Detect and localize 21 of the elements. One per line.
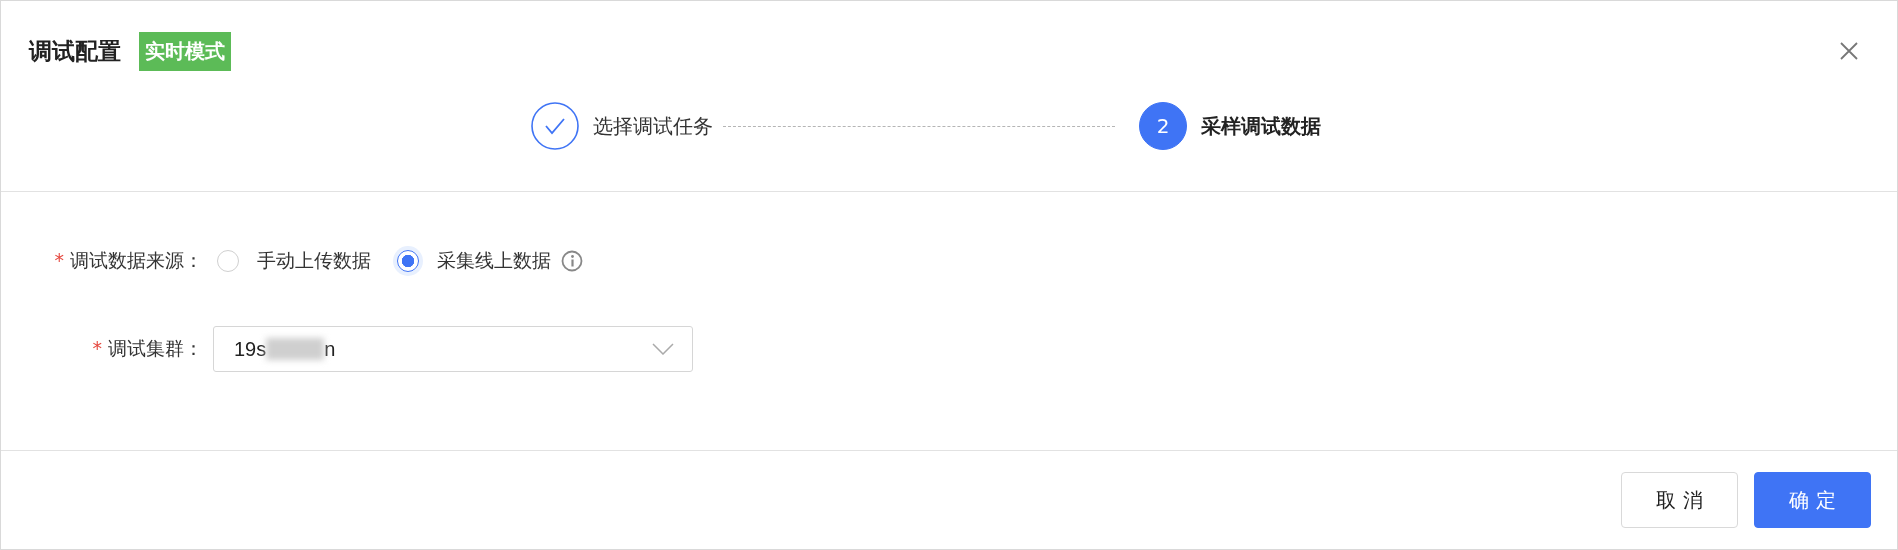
select-value: n <box>324 337 336 361</box>
info-icon[interactable] <box>561 250 583 272</box>
step-number: 2 <box>1139 102 1187 150</box>
radio-label[interactable]: 手动上传数据 <box>257 248 371 274</box>
radio-button[interactable] <box>397 250 419 272</box>
field-label: 调试数据来源： <box>70 249 203 271</box>
radio-label[interactable]: 采集线上数据 <box>437 248 551 274</box>
step-label: 选择调试任务 <box>593 112 713 140</box>
chevron-down-icon <box>652 343 674 355</box>
required-mark: * <box>92 337 102 359</box>
dialog-title: 调试配置 <box>29 36 121 66</box>
close-icon[interactable] <box>1839 41 1859 61</box>
cancel-button[interactable]: 取 消 <box>1621 472 1738 528</box>
field-label: 调试集群： <box>108 337 203 359</box>
confirm-button[interactable]: 确 定 <box>1754 472 1871 528</box>
step-label: 采样调试数据 <box>1201 112 1321 140</box>
mode-badge: 实时模式 <box>139 31 231 71</box>
check-icon <box>531 102 579 150</box>
select-value: 19s <box>234 337 267 361</box>
required-mark: * <box>54 249 64 271</box>
cluster-select[interactable]: 19s n <box>213 326 693 372</box>
